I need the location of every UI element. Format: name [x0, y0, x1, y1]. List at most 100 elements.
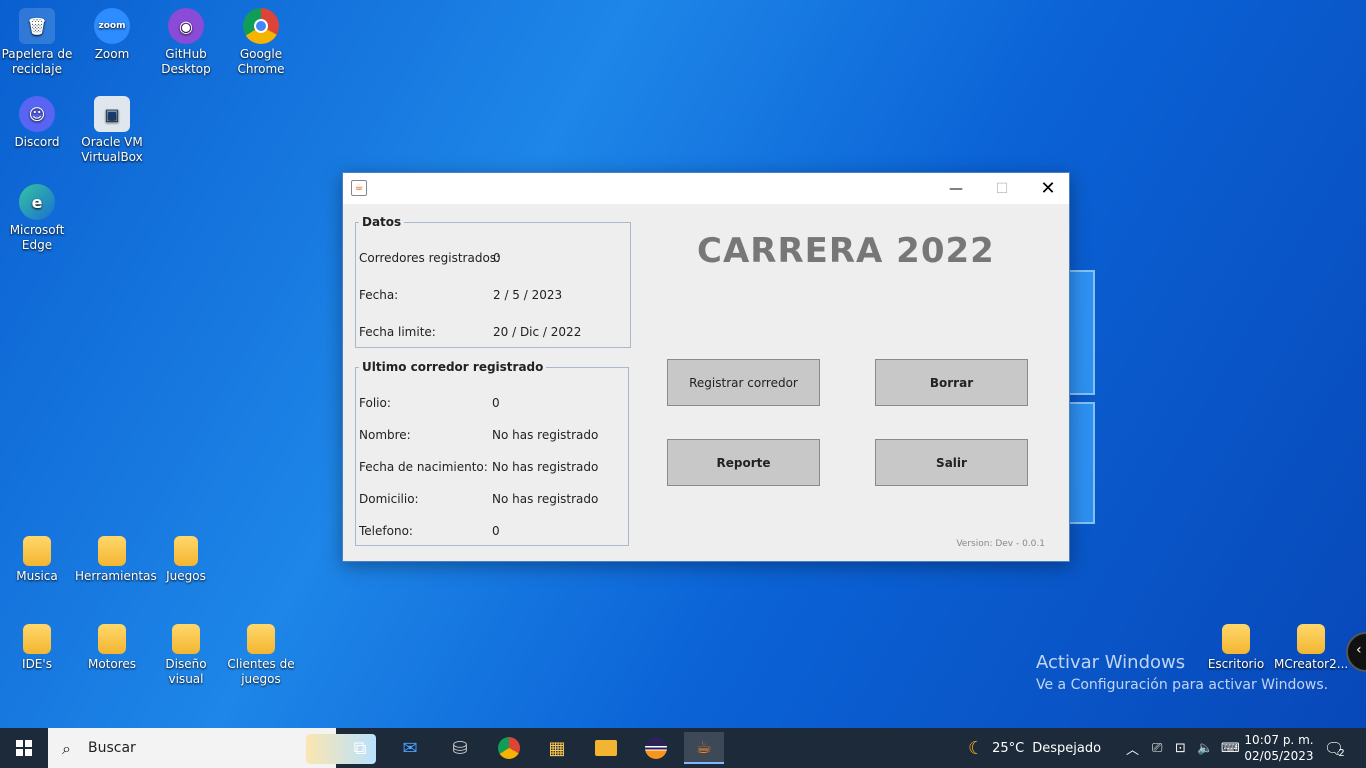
desktop-folder-ides[interactable]: IDE's: [0, 624, 74, 672]
ultimo-corredor-legend: Ultimo corredor registrado: [362, 360, 544, 374]
folder-icon: [23, 624, 51, 654]
moon-icon: ☾: [968, 737, 985, 759]
desktop-icon-chrome[interactable]: Google Chrome: [224, 8, 298, 77]
corredores-value: 0: [493, 251, 501, 265]
version-label: Version: Dev - 0.0.1: [956, 539, 1045, 549]
desktop-icon-recycle-bin[interactable]: 🗑 Papelera de reciclaje: [0, 8, 74, 77]
nombre-label: Nombre:: [359, 428, 411, 442]
taskbar-file-explorer[interactable]: [586, 732, 626, 764]
clock-time: 10:07 p. m.: [1244, 733, 1314, 747]
notifications-button[interactable]: 🗨 2: [1324, 728, 1345, 768]
side-panel-toggle[interactable]: ‹: [1346, 632, 1366, 672]
language-icon[interactable]: ⌨: [1221, 728, 1240, 768]
desktop-icon-github[interactable]: ◉ GitHub Desktop: [149, 8, 223, 77]
start-button[interactable]: [0, 728, 48, 768]
close-icon: ✕: [1040, 178, 1056, 199]
desktop-folder-clientes-juegos[interactable]: Clientes de juegos: [224, 624, 298, 687]
telefono-value: 0: [492, 524, 500, 538]
maximize-icon: ☐: [995, 180, 1009, 197]
folio-value: 0: [492, 396, 500, 410]
desktop-icon-edge[interactable]: e Microsoft Edge: [0, 184, 74, 253]
fecha-limite-value: 20 / Dic / 2022: [493, 325, 582, 339]
fecha-value: 2 / 5 / 2023: [493, 288, 563, 302]
app-heading: CARRERA 2022: [697, 231, 995, 271]
minimize-icon: —: [949, 180, 963, 197]
nombre-value: No has registrado: [492, 428, 599, 442]
virtualbox-icon: ▣: [94, 96, 130, 132]
java-icon: ☕: [695, 736, 713, 758]
folder-icon: [1222, 624, 1250, 654]
domicilio-value: No has registrado: [492, 492, 599, 506]
desktop-folder-juegos[interactable]: Juegos: [149, 536, 223, 584]
notification-count: 2: [1338, 747, 1345, 759]
mail-icon: ✉: [402, 737, 418, 759]
store-icon: ▦: [548, 737, 566, 759]
desktop-icon-zoom[interactable]: zoom Zoom: [75, 8, 149, 62]
taskbar-store[interactable]: ▦: [537, 732, 577, 764]
title-bar[interactable]: ☕ — ☐ ✕: [343, 173, 1069, 204]
volume-icon[interactable]: 🔈: [1197, 728, 1213, 768]
app-window: ☕ — ☐ ✕ Datos Corredores registrados: 0 …: [342, 172, 1070, 562]
desktop-folder-motores[interactable]: Motores: [75, 624, 149, 672]
maximize-button[interactable]: ☐: [979, 173, 1025, 204]
network-icon[interactable]: ⊡: [1175, 728, 1186, 768]
chevron-left-icon: ‹: [1356, 642, 1362, 658]
folder-icon: [595, 740, 617, 756]
minimize-button[interactable]: —: [933, 173, 979, 204]
database-icon: ⛁: [452, 737, 468, 759]
task-view-icon: ⧉: [353, 737, 367, 759]
discord-icon: ☺: [19, 96, 55, 132]
folder-icon: [23, 536, 51, 566]
search-placeholder: Buscar: [88, 740, 136, 756]
desktop-folder-diseno-visual[interactable]: Diseño visual: [149, 624, 223, 687]
desktop-icon-discord[interactable]: ☺ Discord: [0, 96, 74, 150]
search-icon: ⌕: [62, 739, 71, 758]
weather-temperature: 25°C: [992, 740, 1025, 756]
taskbar-java-app[interactable]: ☕: [684, 732, 724, 764]
chrome-icon: [243, 8, 279, 44]
task-view-button[interactable]: ⧉: [340, 732, 380, 764]
folder-icon: [98, 624, 126, 654]
chrome-icon: [498, 737, 520, 759]
fecha-limite-label: Fecha limite:: [359, 325, 436, 339]
fecha-nacimiento-value: No has registrado: [492, 460, 599, 474]
show-hidden-icons-button[interactable]: ︿: [1126, 728, 1139, 768]
taskbar: ⌕ Buscar ⧉ ✉ ⛁ ▦ ☕ ☾ 25°C Despejado ︿ ⎚ …: [0, 728, 1366, 768]
taskbar-eclipse[interactable]: [636, 732, 676, 764]
borrar-button[interactable]: Borrar: [875, 359, 1028, 406]
close-button[interactable]: ✕: [1025, 173, 1071, 204]
eclipse-icon: [645, 737, 667, 759]
taskbar-database[interactable]: ⛁: [440, 732, 480, 764]
taskbar-chrome[interactable]: [489, 732, 529, 764]
folder-icon: [172, 624, 200, 654]
folder-icon: [247, 624, 275, 654]
folder-icon: [98, 536, 126, 566]
taskbar-clock[interactable]: 10:07 p. m. 02/05/2023: [1240, 732, 1318, 764]
reporte-button[interactable]: Reporte: [667, 439, 820, 486]
datos-legend: Datos: [362, 215, 402, 229]
edge-icon: e: [19, 184, 55, 220]
salir-button[interactable]: Salir: [875, 439, 1028, 486]
java-icon: ☕: [351, 180, 367, 196]
desktop-folder-herramientas[interactable]: Herramientas: [75, 536, 157, 584]
windows-logo-icon: [16, 740, 32, 756]
registrar-corredor-button[interactable]: Registrar corredor: [667, 359, 820, 406]
fecha-nacimiento-label: Fecha de nacimiento:: [359, 460, 488, 474]
weather-widget[interactable]: ☾ 25°C Despejado: [968, 728, 1101, 768]
folder-icon: [174, 536, 198, 566]
taskbar-mail[interactable]: ✉: [390, 732, 430, 764]
desktop-icon-virtualbox[interactable]: ▣ Oracle VM VirtualBox: [75, 96, 149, 165]
github-icon: ◉: [168, 8, 204, 44]
zoom-icon: zoom: [94, 8, 130, 44]
meet-now-icon[interactable]: ⎚: [1152, 728, 1162, 768]
taskbar-search[interactable]: ⌕ Buscar: [48, 728, 376, 768]
recycle-bin-icon: 🗑: [19, 8, 55, 44]
fecha-label: Fecha:: [359, 288, 399, 302]
ultimo-corredor-panel: Ultimo corredor registrado Folio: 0 Nomb…: [355, 360, 629, 546]
activation-subtitle: Ve a Configuración para activar Windows.: [1036, 677, 1329, 693]
datos-panel: Datos Corredores registrados: 0 Fecha: 2…: [355, 215, 631, 348]
folder-icon: [1297, 624, 1325, 654]
activation-title: Activar Windows: [1036, 652, 1186, 673]
desktop-folder-musica[interactable]: Musica: [0, 536, 74, 584]
telefono-label: Telefono:: [359, 524, 413, 538]
